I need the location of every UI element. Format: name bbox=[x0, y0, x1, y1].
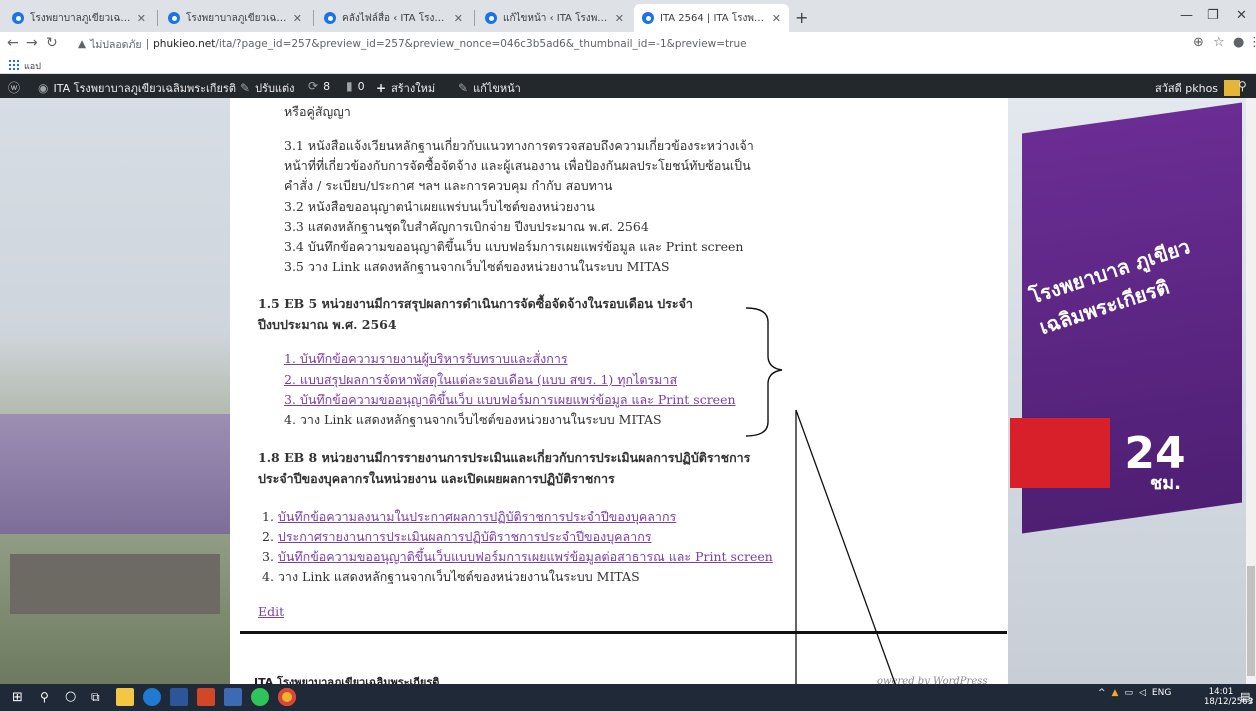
line-app-icon[interactable] bbox=[251, 688, 269, 706]
clock-date: 18/12/2563 bbox=[1204, 697, 1253, 707]
cortana-icon[interactable]: ○ bbox=[65, 689, 76, 704]
calculator-icon[interactable] bbox=[224, 688, 242, 706]
search-icon[interactable]: ⚲ bbox=[40, 690, 49, 704]
network-icon[interactable]: ▭ bbox=[1124, 688, 1133, 698]
system-tray: ^ ▲ ▭ ◁ ENG bbox=[1098, 688, 1171, 698]
annotation-overlay bbox=[745, 307, 906, 711]
tray-app-icon[interactable]: ▲ bbox=[1112, 688, 1119, 698]
file-explorer-icon[interactable] bbox=[116, 688, 134, 706]
pdf-icon[interactable] bbox=[197, 688, 215, 706]
curly-brace bbox=[745, 307, 783, 437]
clock[interactable]: 14:01 18/12/2563 bbox=[1204, 687, 1253, 707]
volume-icon[interactable]: ◁ bbox=[1139, 688, 1146, 698]
windows-taskbar: ⊞ ⚲ ○ ⧉ ^ ▲ ▭ ◁ ENG 14:01 18/12/2563 ▤ 2 bbox=[0, 684, 1256, 711]
edge-icon[interactable] bbox=[143, 688, 161, 706]
language-indicator[interactable]: ENG bbox=[1152, 688, 1171, 698]
callout-line-right bbox=[795, 409, 906, 711]
notification-count: 2 bbox=[1249, 697, 1254, 705]
task-view-icon[interactable]: ⧉ bbox=[91, 690, 100, 705]
clock-time: 14:01 bbox=[1208, 687, 1234, 697]
word-icon[interactable] bbox=[170, 688, 188, 706]
windows-start-icon[interactable]: ⊞ bbox=[12, 690, 23, 705]
tray-expand-icon[interactable]: ^ bbox=[1098, 688, 1106, 698]
chrome-icon[interactable] bbox=[278, 688, 296, 706]
